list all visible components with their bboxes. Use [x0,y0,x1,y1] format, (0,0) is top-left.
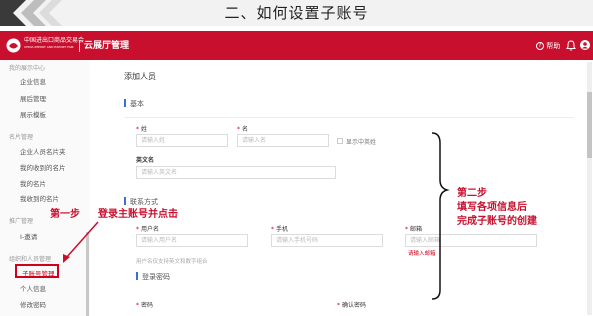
banner-title: 二、如何设置子账号 [224,4,369,22]
section-marker [124,99,126,107]
section-marker [136,272,138,280]
english-name-label: 英文名 [136,157,155,164]
logo-text-cn: 中国进出口商品交易会 [24,37,85,44]
sidebar-item-sub-accounts-label: 子账号管理 [22,270,55,278]
logo-text-en: CHINA IMPORT AND EXPORT FAIR [24,45,74,49]
sidebar-item-post-show[interactable]: 展后管理 [20,93,46,103]
sidebar-group-cards: 名片管理 [9,134,34,141]
sidebar-item-template[interactable]: 展示模板 [20,109,46,119]
bell-icon[interactable] [566,40,576,51]
tutorial-banner: 二、如何设置子账号 [0,0,593,26]
step2-label: 第二步 [457,188,487,199]
sidebar-item-card-folder[interactable]: 企业人员名片夹 [20,146,66,156]
confirm-password-label: * 确认密码 [337,302,367,309]
divider [124,117,574,118]
username-label: * 用户名 [136,226,160,233]
help-button[interactable]: ? 帮助 [536,41,560,51]
section-marker [124,197,126,205]
english-name-field[interactable]: 请输入英文名 [136,166,336,179]
step1-label: 第一步 [50,209,80,220]
username-hint: 用户名仅支持英文和数字组合 [136,259,208,265]
app-header: 中国进出口商品交易会 CHINA IMPORT AND EXPORT FAIR … [0,31,593,60]
user-avatar-icon[interactable] [580,40,590,50]
last-name-field[interactable]: 请输入姓 [136,134,228,147]
username-field[interactable]: 请输入用户名 [136,234,248,247]
page-title: 添加人员 [124,72,156,81]
sidebar-scrollbar[interactable] [86,232,89,316]
email-label: * 邮箱 [405,226,423,233]
last-name-label: * 姓 [136,126,148,133]
step2-line3: 完成子账号的创建 [457,216,537,227]
phone-field[interactable]: 请输入手机号码 [271,234,383,247]
first-name-label: * 名 [237,126,249,133]
step1-text: 登录主账号并点击 [98,209,178,220]
section-basic: 基本 [130,100,144,108]
email-field[interactable]: 请输入邮箱 [405,234,537,247]
sidebar-item-profile[interactable]: 个人信息 [20,283,46,293]
phone-label: * 手机 [271,226,289,233]
logo-text: 中国进出口商品交易会 CHINA IMPORT AND EXPORT FAIR [24,36,84,56]
password-label: * 密码 [136,302,154,309]
sidebar-group-org: 组织和人员管理 [9,256,52,263]
sidebar-item-invite[interactable]: I-邀请 [20,231,37,241]
sidebar-item-company-info[interactable]: 企业信息 [20,76,46,86]
step2-line2: 填写各项信息后 [457,202,527,213]
canton-fair-logo-icon [6,38,21,53]
help-label: 帮助 [546,42,561,50]
sidebar-item-sub-accounts[interactable]: 子账号管理 [15,264,59,278]
logo-separator [79,40,80,52]
email-hint: 请输入邮箱 [408,251,436,257]
screen: 二、如何设置子账号 中国进出口商品交易会 CHINA IMPORT AND EX… [0,0,593,316]
sidebar-group-promotion: 推广管理 [9,218,34,225]
app-title: 云展厅管理 [84,41,130,51]
sidebar-item-my-card[interactable]: 我的名片 [20,178,46,188]
show-chinese-checkbox[interactable] [337,138,343,144]
first-name-field[interactable]: 请输入名 [237,134,329,147]
sidebar-group-showcase: 我的展示中心 [9,65,46,72]
main-scrollbar-thumb[interactable] [587,92,592,158]
sidebar-item-cards-received[interactable]: 我收到的名片 [20,193,59,203]
sidebar-item-received-cards[interactable]: 我的收到的名片 [20,162,66,172]
help-icon: ? [536,42,544,50]
show-chinese-label: 显示中英姓 [346,139,377,146]
sidebar-item-change-password[interactable]: 修改密码 [20,299,46,309]
section-login-password: 登录密码 [142,273,170,281]
